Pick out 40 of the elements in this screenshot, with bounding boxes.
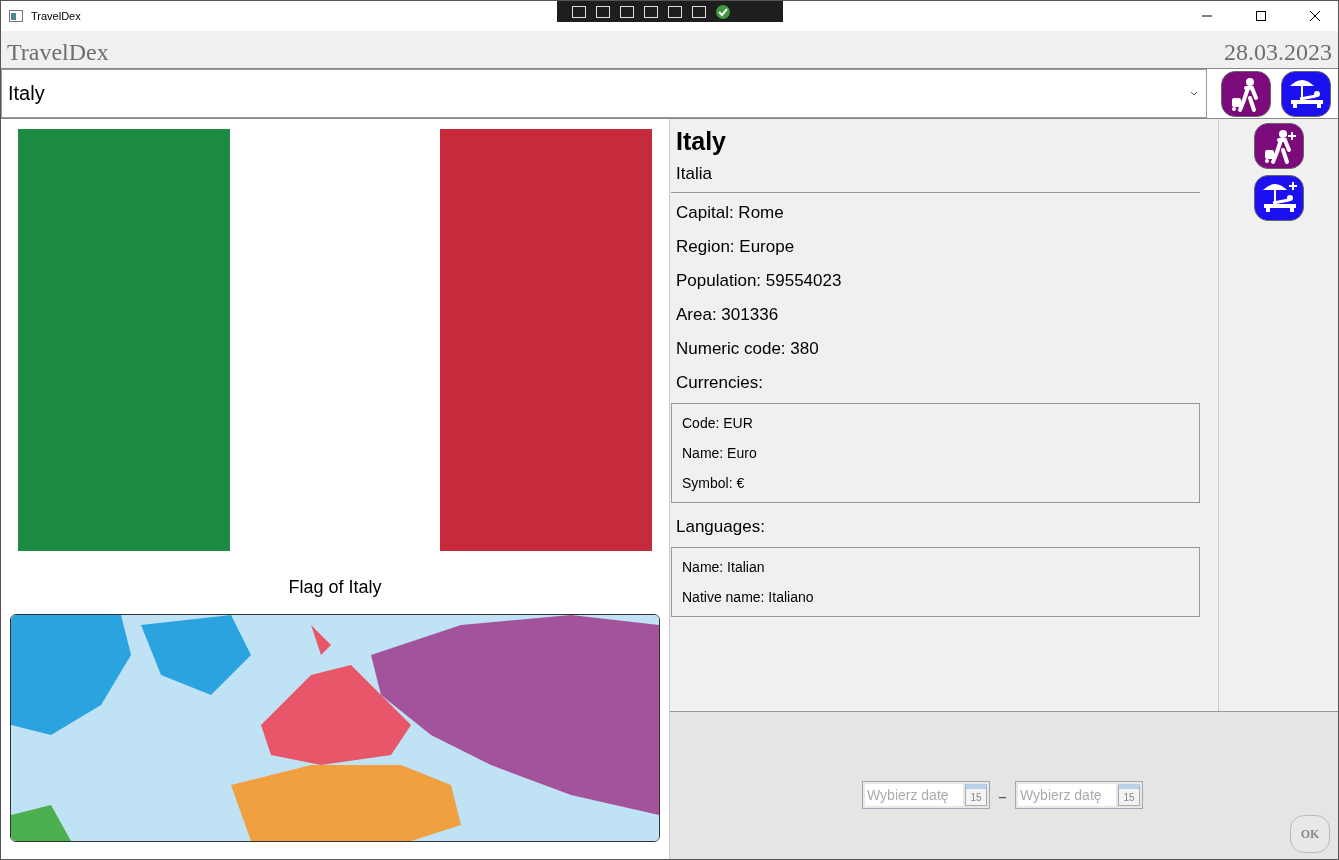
country-fact: Population: 59554023	[675, 270, 843, 292]
flag-caption: Flag of Italy	[288, 577, 382, 598]
current-date: 28.03.2023	[1224, 38, 1332, 67]
native-name: Italia	[671, 156, 1200, 193]
country-fact: Region: Europe	[675, 236, 796, 258]
toolbar-tool-icon[interactable]	[595, 4, 611, 19]
start-date-picker[interactable]: Wybierz datę 15	[862, 781, 990, 809]
window-title: TravelDex	[31, 10, 81, 22]
language-detail: Native name: Italiano	[682, 588, 815, 607]
caret-icon	[1190, 91, 1198, 96]
section-label: Languages:	[675, 516, 766, 538]
toolbar-tool-icon[interactable]	[643, 4, 659, 19]
add-trip-button[interactable]	[1253, 123, 1304, 169]
check-icon[interactable]	[715, 3, 731, 20]
country-name: Italy	[675, 127, 728, 156]
date-separator: –	[998, 784, 1007, 806]
app-icon	[9, 10, 23, 22]
end-date-picker[interactable]: Wybierz datę 15	[1015, 781, 1143, 809]
currency-detail: Name: Euro	[682, 444, 758, 463]
maximize-icon	[1256, 11, 1266, 21]
app-name: TravelDex	[7, 38, 109, 67]
toolbar-tool-icon[interactable]	[667, 4, 683, 19]
currency-detail: Symbol: €	[682, 474, 746, 493]
vacations-button[interactable]	[1281, 70, 1331, 117]
country-fact: Area: 301336	[675, 304, 780, 326]
close-icon	[1310, 11, 1320, 21]
currency-detail: Code: EUR	[682, 414, 754, 433]
toolbar-tool-icon[interactable]	[571, 4, 587, 19]
toolbar-tool-icon[interactable]	[619, 4, 635, 19]
ok-button[interactable]: OK	[1290, 815, 1330, 853]
country-fact: Capital: Rome	[675, 202, 785, 224]
calendar-button[interactable]: 15	[1118, 784, 1140, 806]
trips-button[interactable]	[1221, 70, 1271, 117]
add-vacation-button[interactable]	[1253, 175, 1304, 221]
country-fact: Numeric code: 380	[675, 338, 820, 360]
calendar-button[interactable]: 15	[965, 784, 987, 806]
section-label: Currencies:	[675, 372, 764, 394]
country-dropdown[interactable]: Italy	[1, 69, 1207, 118]
language-detail: Name: Italian	[682, 558, 766, 577]
toolbar-tool-icon[interactable]	[691, 4, 707, 19]
